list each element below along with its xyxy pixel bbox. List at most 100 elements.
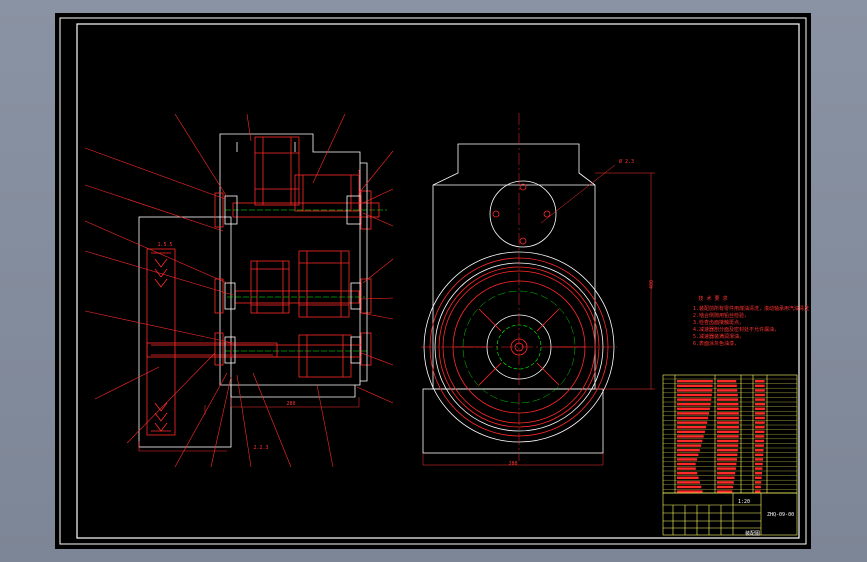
parts-row-text [717, 426, 739, 429]
note-line-6: 6.表面涂灰色油漆， [693, 340, 739, 347]
shafts [225, 202, 387, 358]
note-line-3: 3.检查齿面接触斑点， [693, 319, 744, 326]
parts-row-text [717, 453, 738, 456]
parts-row-text [717, 398, 739, 401]
parts-row-text [717, 481, 734, 484]
parts-row-text [677, 485, 702, 489]
note-line-2: 2.啮合侧隙用铅丝检验， [693, 312, 749, 319]
parts-row-text [755, 439, 765, 443]
dim-bottom-2: 2.2.3 [253, 445, 268, 451]
parts-row-text [717, 416, 739, 420]
parts-row-text [755, 453, 764, 456]
title-scale: 1:20 [738, 499, 750, 505]
parts-row-text [717, 380, 737, 383]
pulley-envelope [138, 216, 232, 448]
parts-row-text [755, 449, 764, 452]
parts-row-text [677, 458, 698, 461]
note-line-5: 5.减速器装满润滑油， [693, 333, 744, 340]
parts-row-text [755, 472, 763, 475]
parts-row-text [677, 403, 711, 406]
gear-top [254, 136, 360, 212]
parts-row-text [677, 398, 712, 401]
parts-row-text [677, 490, 703, 493]
parts-row-text [717, 458, 737, 461]
parts-row-text [755, 462, 763, 466]
parts-row-text [677, 430, 705, 433]
parts-row-text [717, 462, 737, 466]
cad-viewport[interactable]: 280 1.5.5 2.2.3 1 Ø 2.3 400 280 技 术 要 求 … [55, 13, 811, 549]
parts-row-text [677, 435, 704, 438]
parts-row-text [677, 407, 710, 410]
parts-row-text [677, 380, 713, 383]
parts-row-text [677, 462, 696, 466]
technical-notes: 技 术 要 求 1.装配前所有零件用煤油清洗，滚动轴承用汽油清洗 2.啮合侧隙用… [693, 295, 809, 347]
housing [219, 133, 361, 398]
parts-row-text [717, 421, 739, 424]
parts-row-text [755, 485, 761, 489]
parts-row-text [677, 421, 708, 424]
dim-side: 400 [649, 280, 655, 289]
v-belt-pulley [146, 248, 176, 436]
leaders-left [84, 113, 394, 468]
parts-row-text [677, 384, 713, 387]
parts-row-text [677, 393, 712, 397]
parts-row-text [717, 467, 736, 470]
parts-row-text [717, 490, 733, 493]
notes-title: 技 术 要 求 [698, 295, 727, 302]
note-line-4: 4.减速器剖分面及密封处不允许漏油， [693, 326, 779, 333]
parts-row-text [717, 389, 738, 392]
parts-row-text [717, 412, 739, 415]
parts-row-text [755, 444, 764, 447]
parts-row-text [677, 449, 700, 452]
dim-pulley: 1.5.5 [157, 242, 172, 248]
parts-row-text [755, 412, 765, 415]
title-drawing-no: ZHQ-09-00 [767, 512, 794, 518]
assembly-drawing: 280 1.5.5 2.2.3 1 Ø 2.3 400 280 技 术 要 求 … [59, 17, 809, 545]
parts-row-text [677, 412, 710, 415]
parts-row-text [755, 407, 765, 410]
dim-bottom-1: 280 [286, 401, 295, 407]
parts-row-text [755, 416, 765, 420]
parts-row-text [755, 403, 765, 406]
parts-row-text [677, 416, 709, 420]
parts-row-text [717, 449, 738, 452]
parts-row-text [755, 476, 762, 479]
dim-base: 280 [508, 461, 517, 467]
parts-row-text [717, 485, 734, 489]
parts-row-text [755, 389, 765, 392]
dim-top-view: 1 [357, 170, 360, 176]
parts-row-text [717, 384, 737, 387]
parts-row-text [755, 421, 765, 424]
parts-row-text [717, 439, 739, 443]
parts-row-text [677, 439, 703, 443]
parts-row-text [755, 398, 765, 401]
parts-row-text [677, 476, 699, 479]
parts-row-text [755, 426, 765, 429]
parts-row-text [717, 407, 739, 410]
end-view [421, 113, 655, 466]
parts-row-text [677, 472, 698, 475]
parts-row-text [755, 430, 765, 433]
parts-row-text [677, 444, 702, 447]
parts-row-text [755, 481, 762, 484]
parts-row-text [717, 444, 739, 447]
title-name: 装配图 [745, 530, 760, 537]
parts-row-text [677, 481, 700, 484]
parts-row-text [755, 380, 765, 383]
parts-row-text [717, 476, 735, 479]
parts-row-text [755, 435, 765, 438]
parts-row-text [717, 435, 739, 438]
parts-row-text [717, 393, 738, 397]
parts-row-text [717, 403, 739, 406]
parts-row-text [677, 389, 713, 392]
dims-left [204, 397, 360, 415]
parts-row-text [755, 384, 765, 387]
gear-bottom [298, 334, 352, 378]
dim-cover: Ø 2.3 [619, 158, 634, 165]
note-line-1: 1.装配前所有零件用煤油清洗，滚动轴承用汽油清洗 [693, 305, 809, 312]
gear-middle [250, 250, 350, 318]
parts-row-text [755, 490, 761, 493]
parts-row-text [677, 453, 699, 456]
parts-row-text [677, 426, 707, 429]
parts-row-text [717, 430, 739, 433]
